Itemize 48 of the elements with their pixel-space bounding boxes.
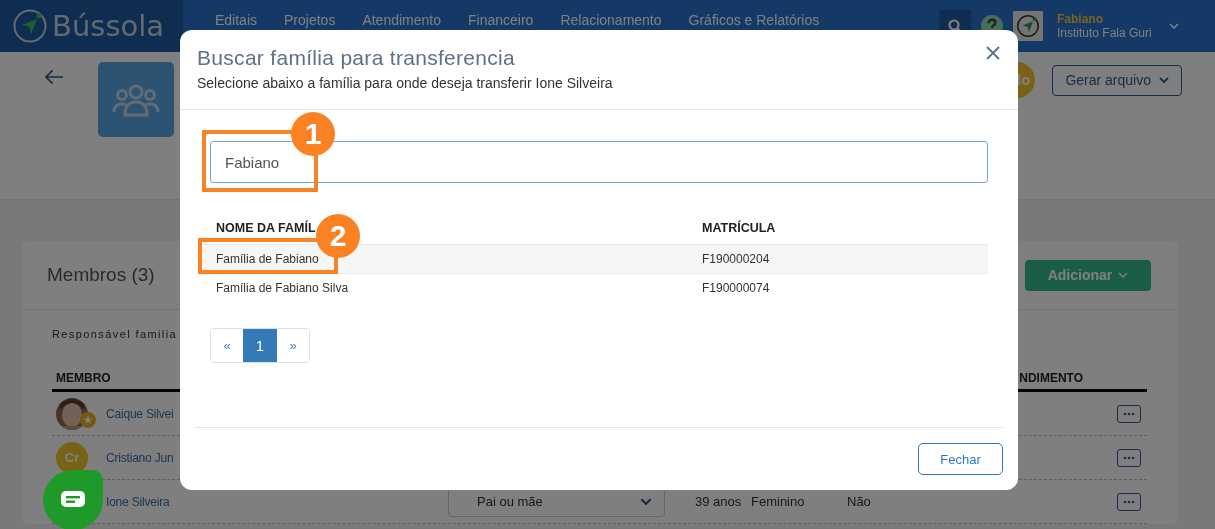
compass-icon[interactable] — [12, 8, 48, 44]
card-title: Membros (3) — [47, 264, 155, 286]
nav-link[interactable]: Projetos — [284, 12, 336, 28]
more-button[interactable] — [1117, 404, 1141, 423]
chat-icon — [61, 491, 85, 509]
more-icon — [1123, 499, 1135, 504]
close-button[interactable] — [986, 46, 1002, 62]
chevron-down-icon[interactable] — [1169, 23, 1179, 29]
step-number-badge: 1 — [291, 112, 335, 156]
table-row[interactable]: Família de Fabiano Silva F190000074 — [200, 274, 988, 303]
close-icon — [986, 46, 1000, 60]
table-cell-text: 39 anos — [695, 494, 743, 509]
page-button[interactable]: 1 — [243, 329, 277, 362]
avatar: Cr — [56, 441, 88, 474]
nav-link[interactable]: Relacionamento — [560, 12, 662, 28]
more-button[interactable] — [1117, 492, 1141, 511]
chevron-down-icon — [1159, 77, 1169, 83]
table-cell-text: Feminino — [751, 494, 806, 509]
organization-logo[interactable] — [1013, 11, 1043, 41]
more-icon — [1123, 411, 1135, 416]
nav-link[interactable]: Financeiro — [468, 12, 534, 28]
user-name[interactable]: Fabiano — [1057, 12, 1169, 26]
export-button[interactable]: Gerar arquivo — [1052, 64, 1182, 96]
nav-link[interactable]: Atendimento — [362, 12, 441, 28]
add-button[interactable]: Adicionar — [1025, 259, 1151, 291]
chevron-down-icon — [640, 498, 652, 505]
table-cell-text: Não — [847, 494, 872, 509]
column-header: NDIMENTO — [1019, 371, 1083, 385]
modal-subtitle: Selecione abaixo a família para onde deseja transferir Ione Silveira — [197, 75, 614, 91]
modal-title: Buscar família para transferencia — [197, 46, 517, 70]
close-dialog-button[interactable]: Fechar — [918, 443, 1003, 475]
member-name[interactable]: Ione Silveira — [106, 494, 448, 509]
compass-icon — [1015, 13, 1041, 39]
nav-link[interactable]: Gráficos e Relatórios — [688, 12, 820, 28]
more-icon — [1123, 455, 1135, 460]
nav-link[interactable]: Editais — [215, 12, 258, 28]
back-arrow-icon[interactable] — [45, 69, 64, 85]
chat-button[interactable] — [43, 470, 103, 529]
chevron-down-icon — [1118, 272, 1129, 278]
table-cell: F190000204 — [702, 252, 770, 266]
column-header: MATRÍCULA — [702, 221, 776, 235]
more-button[interactable] — [1117, 448, 1141, 467]
column-header: MEMBRO — [56, 371, 111, 385]
table-cell: F190000074 — [702, 281, 770, 295]
table-cell-text: Família de Fabiano Silva — [216, 281, 350, 295]
organization-name: Instituto Fala Guri — [1057, 26, 1153, 40]
responsible-label: Responsável familia — [52, 327, 178, 342]
column-header: NOME DA FAMÍL — [216, 221, 317, 235]
